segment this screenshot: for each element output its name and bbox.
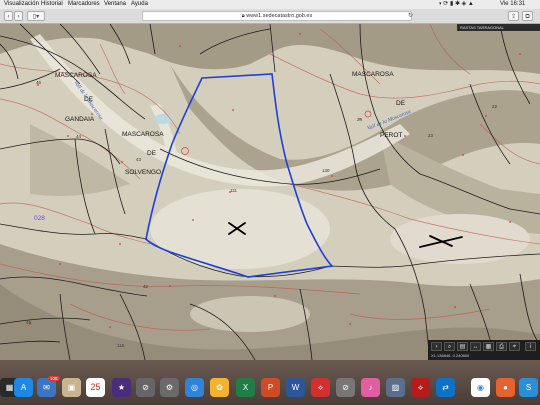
address-bar[interactable]: 🔒︎ www1.sedecatastro.gob.es (142, 11, 412, 21)
parcel-number: 46 (36, 80, 42, 85)
water-patch (154, 114, 172, 124)
menu-ventana[interactable]: Ventana (104, 0, 126, 9)
skype-icon[interactable]: S (519, 378, 538, 397)
system-preferences-icon[interactable]: ⚙ (160, 378, 179, 397)
place-label-mascarosa-solvengo-1: MASCAROSA (122, 131, 164, 138)
word-icon[interactable]: W (286, 378, 305, 397)
menu-marcadores[interactable]: Marcadores (68, 0, 100, 9)
reload-icon[interactable]: ↻ (406, 11, 415, 21)
menubar-status-icons[interactable]: ◑ ⟳ ▮ ✱ ◈ ▲ (438, 0, 474, 9)
photos-icon[interactable]: ▣ (62, 378, 81, 397)
place-label-mascarosa-solvengo-2: DE (147, 150, 157, 157)
measure-icon[interactable]: ↔ (470, 342, 481, 351)
back-button[interactable]: ‹ (4, 11, 13, 21)
parcel-number: 22 (492, 104, 498, 109)
lock-icon: 🔒︎ (241, 13, 245, 19)
music-icon[interactable]: ♪ (361, 378, 380, 397)
layers-icon[interactable]: ▤ (457, 342, 468, 351)
chrome-icon[interactable]: ◉ (471, 378, 490, 397)
teamviewer-icon[interactable]: ⇄ (436, 378, 455, 397)
share-button[interactable]: ⇪ (508, 11, 519, 21)
safari-icon[interactable]: ◎ (185, 378, 204, 397)
excel-icon[interactable]: X (236, 378, 255, 397)
parcel-number: 43 (136, 157, 142, 162)
address-text: www1.sedecatastro.gob.es (246, 13, 313, 19)
prohibited-app-icon-2[interactable]: ⊘ (336, 378, 355, 397)
parcel-number: 130 (322, 168, 330, 173)
tabs-overview-button[interactable]: ⧉ (522, 11, 533, 21)
menu-historial[interactable]: Historial (41, 0, 63, 9)
info-icon[interactable]: i (525, 342, 536, 351)
menu-ayuda[interactable]: Ayuda (131, 0, 148, 9)
prohibited-app-icon[interactable]: ⊘ (136, 378, 155, 397)
macos-dock: ▦ A ✉ 108 ▣ 25 ★ ⊘ ⚙ ◎ ✿ X P W ⟡ ⊘ ♪ ▨ ⟡… (0, 360, 540, 405)
parcel-number: 24 (357, 117, 363, 122)
cadastral-map[interactable]: MASCAROSA DE GANDAIA MASCAROSA DE SOLVEN… (0, 24, 540, 360)
parcel-number: 42 (143, 284, 149, 289)
arrow-right-icon[interactable]: › (431, 342, 442, 351)
forward-button[interactable]: › (14, 11, 23, 21)
photos-flower-icon[interactable]: ✿ (210, 378, 229, 397)
imovie-icon[interactable]: ★ (112, 378, 131, 397)
app-store-icon[interactable]: A (14, 378, 33, 397)
parcel-number: 23 (428, 133, 434, 138)
zoom-search-icon[interactable]: ⌕ (444, 342, 455, 351)
place-label-mascarosa-perot-3: PEROT (380, 132, 402, 139)
preview-icon[interactable]: ▨ (386, 378, 405, 397)
notification-badge: 108 (48, 376, 60, 381)
acrobat-icon[interactable]: ⟡ (311, 378, 330, 397)
map-top-banner-text: RASTAS TARRAGONAL (460, 25, 505, 30)
place-label-mascarosa-solvengo-3: SOLVENGO (125, 169, 161, 176)
map-coordinates: X1,136846, 0.240800 (431, 353, 470, 358)
place-label-mascarosa-gandaia-1: MASCAROSA (55, 72, 97, 79)
map-blue-label: 028 (34, 215, 45, 222)
locate-icon[interactable]: ⌖ (509, 342, 520, 351)
parcel-number: 111 (230, 188, 237, 193)
parcel-number: 116 (117, 343, 125, 348)
print-icon[interactable]: ⎙ (496, 342, 507, 351)
acrobat-reader-icon[interactable]: ⟡ (411, 378, 430, 397)
parcel-number: 49 (26, 320, 32, 325)
map-tools-bar: › ⌕ ▤ ↔ ▦ ⎙ ⌖ i X1,136846, 0.240800 (428, 340, 540, 360)
powerpoint-icon[interactable]: P (261, 378, 280, 397)
place-label-mascarosa-perot-1: MASCAROSA (352, 71, 394, 78)
calendar-icon[interactable]: 25 (86, 378, 105, 397)
firefox-icon[interactable]: ● (496, 378, 515, 397)
menu-visualizacion[interactable]: Visualización (4, 0, 39, 9)
map-canvas[interactable]: MASCAROSA DE GANDAIA MASCAROSA DE SOLVEN… (0, 24, 540, 360)
place-label-mascarosa-gandaia-3: GANDAIA (65, 116, 95, 123)
area-icon[interactable]: ▦ (483, 342, 494, 351)
sidebar-toggle-button[interactable]: ▯▾ (27, 11, 45, 21)
place-label-mascarosa-perot-2: DE (396, 100, 406, 107)
browser-toolbar: ‹ › ▯▾ ◐ 🔒︎ www1.sedecatastro.gob.es ↻ ⇪… (0, 9, 540, 24)
parcel-number: 44 (76, 134, 82, 139)
menubar-clock[interactable]: Vie 16:31 (500, 0, 525, 9)
